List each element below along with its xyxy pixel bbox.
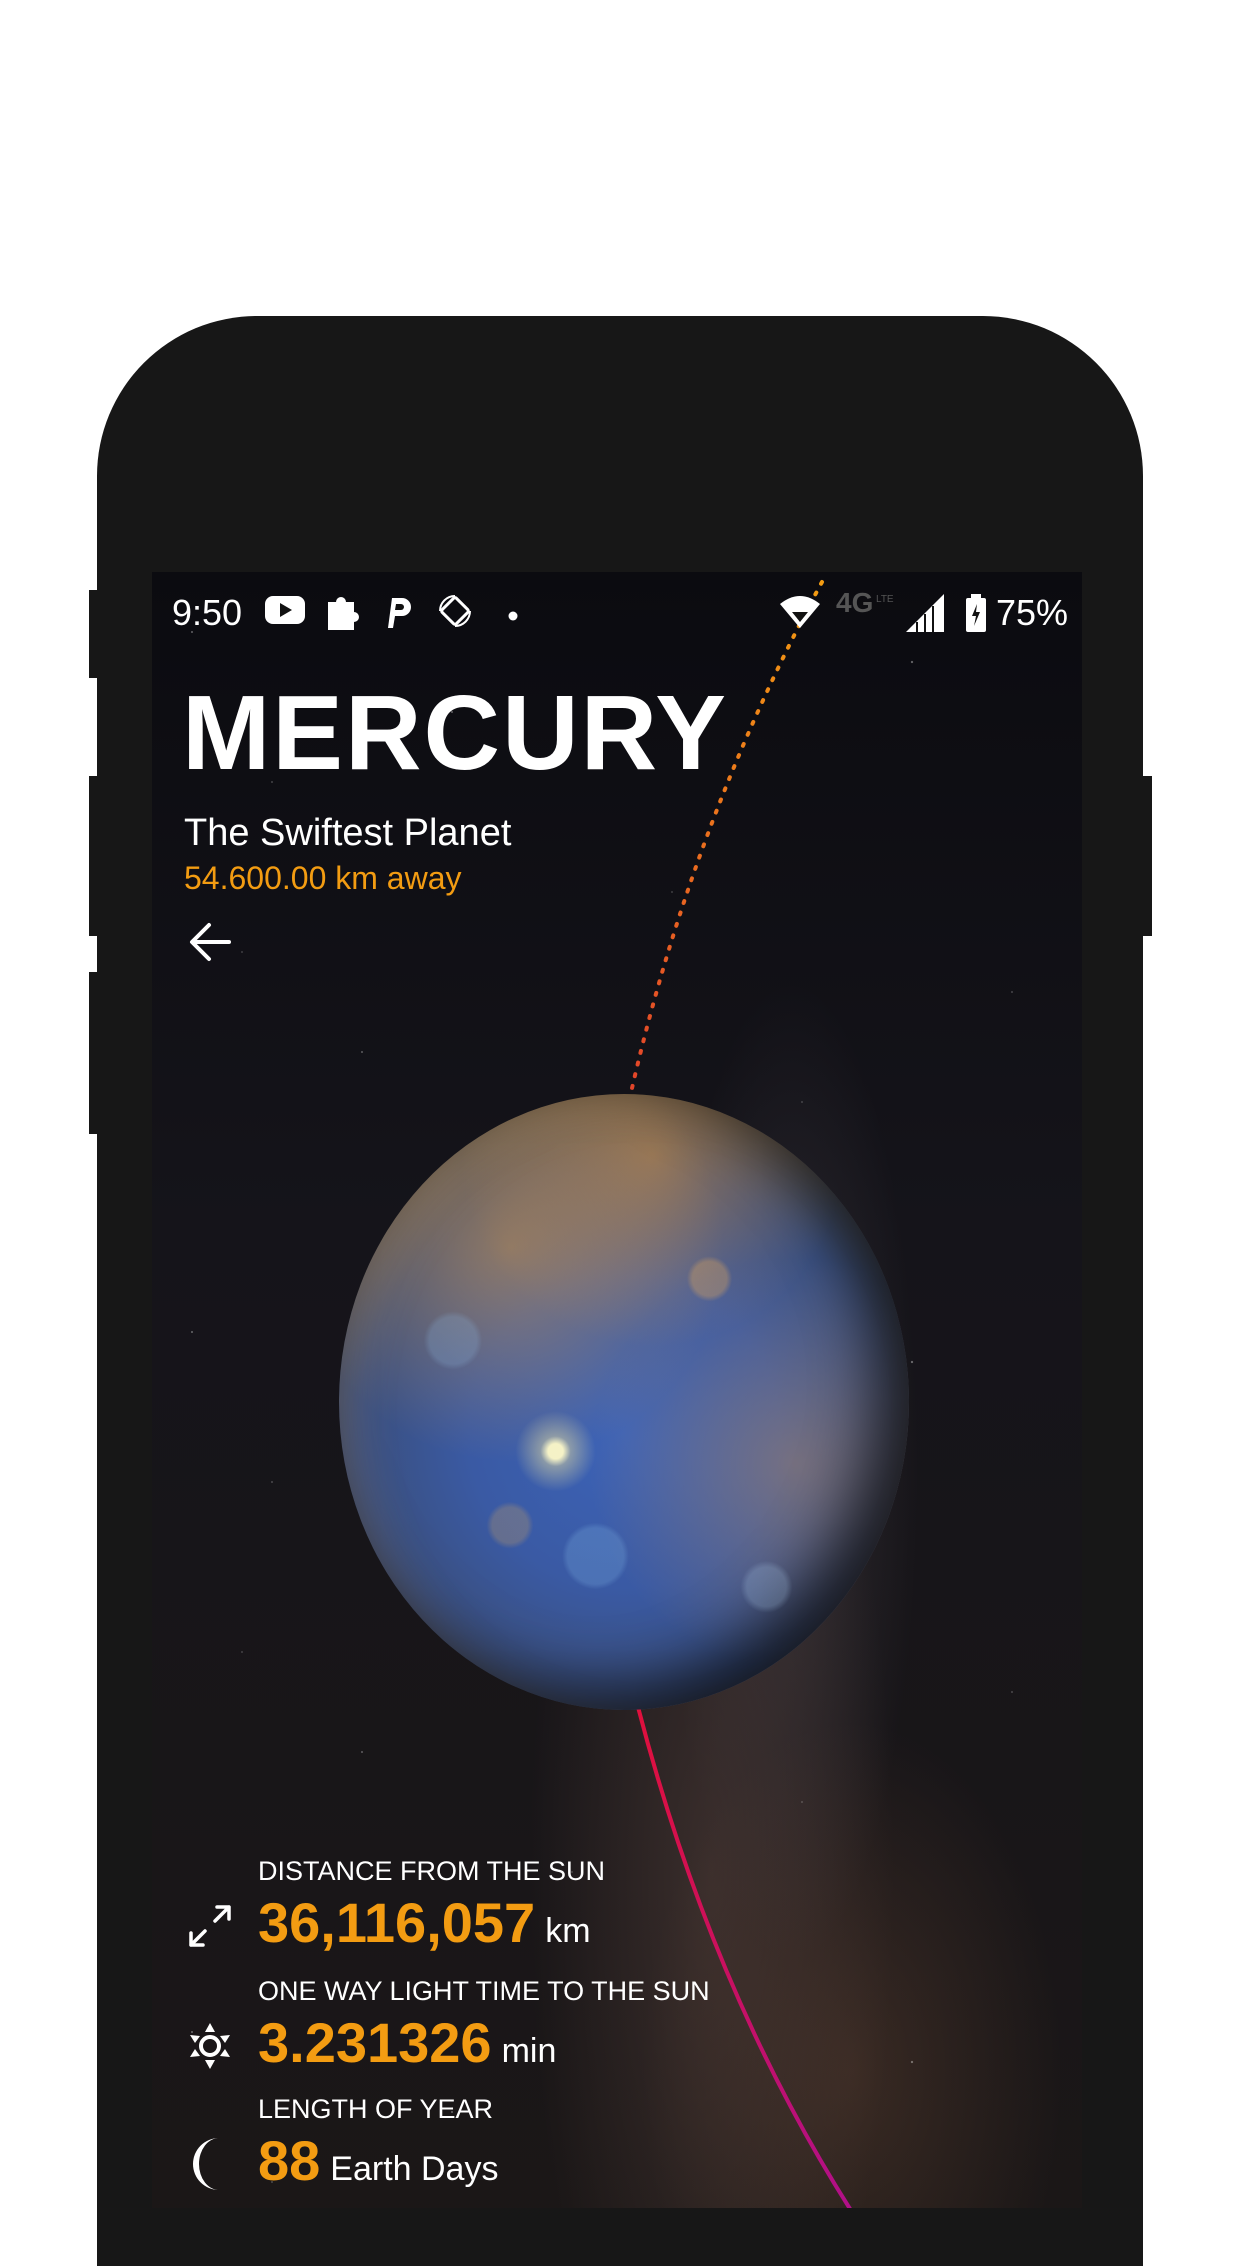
distance-away: 54.600.00 km away xyxy=(184,860,462,896)
stat-value: 88 xyxy=(258,2129,321,2192)
planet-subtitle: The Swiftest Planet xyxy=(184,812,512,854)
svg-text:LTE: LTE xyxy=(876,594,894,605)
wifi-icon xyxy=(778,592,822,636)
sun-icon xyxy=(182,2018,238,2074)
stat-label: DISTANCE FROM THE SUN xyxy=(258,1856,606,1886)
stat-unit: km xyxy=(545,1912,591,1950)
signal-icon xyxy=(904,592,946,638)
orbit-path-upper xyxy=(628,580,824,1099)
svg-text:4G: 4G xyxy=(836,587,873,618)
stat-value: 36,116,057 xyxy=(258,1891,536,1954)
back-button[interactable] xyxy=(182,914,238,970)
battery-icon xyxy=(964,592,988,638)
planet-image xyxy=(339,1094,909,1710)
stat-label: LENGTH OF YEAR xyxy=(258,2094,494,2124)
status-time: 9:50 xyxy=(172,592,243,633)
app-screen: 9:50 4G LTE 75% MERCURY The Swiftest Pla… xyxy=(152,572,1082,2208)
p-app-icon xyxy=(382,592,412,636)
stat-unit: Earth Days xyxy=(330,2150,499,2188)
moon-icon xyxy=(182,2136,238,2192)
planet-title: MERCURY xyxy=(182,674,728,792)
puzzle-icon xyxy=(324,592,360,636)
expand-arrows-icon xyxy=(182,1898,238,1954)
dot-icon xyxy=(508,606,518,625)
battery-percentage: 75% xyxy=(995,592,1068,633)
stat-value: 3.231326 xyxy=(258,2011,492,2074)
orbit-path-lower xyxy=(636,1706,852,2208)
stat-unit: min xyxy=(501,2032,557,2070)
back-arrow-icon xyxy=(190,923,231,961)
lte-icon: 4G LTE xyxy=(836,586,896,624)
youtube-icon xyxy=(264,592,306,632)
status-bar: 9:50 4G LTE 75% xyxy=(152,572,1082,654)
rotate-icon xyxy=(436,592,474,634)
stat-label: ONE WAY LIGHT TIME TO THE SUN xyxy=(258,1976,710,2006)
